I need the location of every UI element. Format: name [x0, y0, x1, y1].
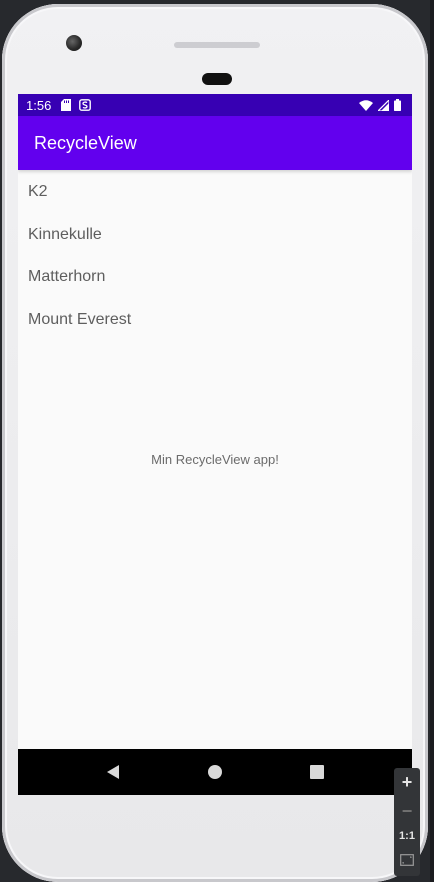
home-icon [208, 765, 222, 779]
navigation-bar [18, 749, 412, 795]
fit-screen-icon [400, 853, 414, 866]
one-to-one-button[interactable]: 1:1 [399, 830, 415, 842]
app-bar: RecycleView [18, 116, 412, 170]
back-button[interactable] [93, 752, 133, 792]
emulator-window: 1:56 RecycleView K2 Kinnekulle Matterhor… [0, 0, 434, 882]
home-button[interactable] [195, 752, 235, 792]
battery-icon [394, 99, 401, 111]
status-time: 1:56 [26, 97, 52, 113]
status-bar: 1:56 [18, 94, 412, 116]
zoom-controls: + − 1:1 [394, 768, 420, 876]
signal-icon [378, 99, 389, 111]
front-camera [66, 35, 82, 51]
list-item[interactable]: Kinnekulle [18, 214, 412, 257]
zoom-out-button[interactable]: − [402, 802, 413, 820]
fit-screen-button[interactable] [400, 853, 414, 871]
list-item[interactable]: K2 [18, 171, 412, 214]
center-message: Min RecycleView app! [151, 452, 279, 467]
overview-button[interactable] [297, 752, 337, 792]
list-item[interactable]: Matterhorn [18, 256, 412, 299]
wifi-icon [359, 99, 373, 111]
proximity-sensor [202, 73, 232, 85]
list-item[interactable]: Mount Everest [18, 299, 412, 342]
notification-s-icon [79, 99, 92, 111]
sd-card-icon [61, 99, 72, 111]
overview-icon [310, 765, 324, 779]
back-icon [107, 765, 119, 779]
zoom-in-button[interactable]: + [402, 773, 413, 791]
device-screen: 1:56 RecycleView K2 Kinnekulle Matterhor… [18, 94, 412, 795]
app-title: RecycleView [34, 132, 137, 153]
earpiece-speaker [174, 42, 260, 48]
recycler-list: K2 Kinnekulle Matterhorn Mount Everest [18, 171, 412, 341]
window-edge [430, 0, 434, 882]
